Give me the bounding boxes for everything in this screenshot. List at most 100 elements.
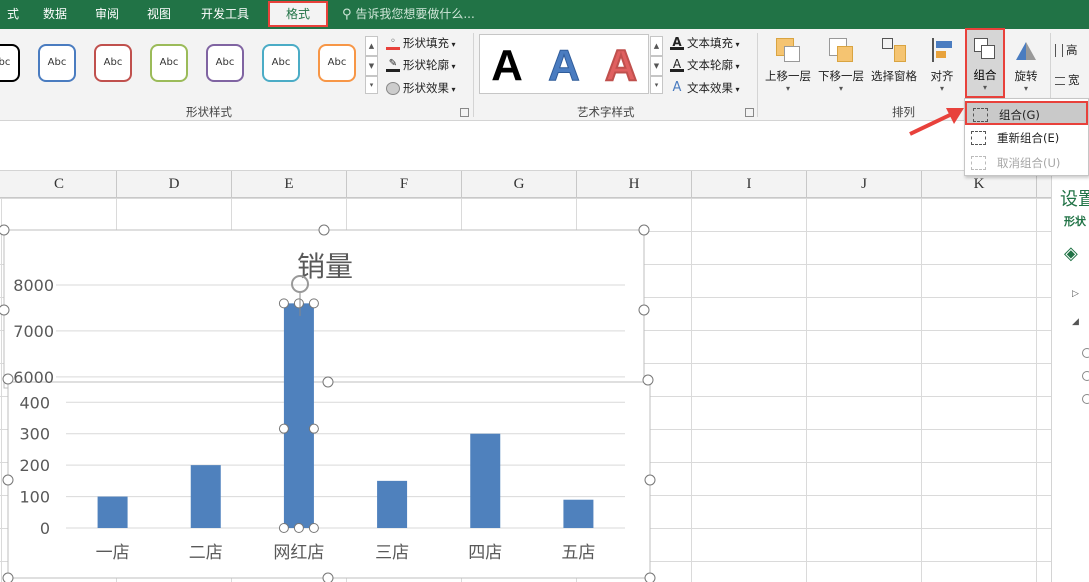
bar-selection-handle[interactable]: [278, 298, 289, 309]
shape-style-swatch[interactable]: Abc: [318, 44, 356, 82]
shape-style-swatch[interactable]: Abc: [262, 44, 300, 82]
bar[interactable]: [563, 499, 594, 528]
tab-developer[interactable]: 开发工具: [192, 0, 258, 29]
chart-resize-handle[interactable]: [318, 224, 330, 236]
group-separator: [757, 33, 758, 117]
text-outline-button[interactable]: A 文本轮廓 ▾: [670, 55, 740, 75]
collapse-arrow-icon[interactable]: ◢: [1072, 317, 1079, 327]
shape-outline-button[interactable]: ✎ 形状轮廓 ▾: [386, 55, 456, 75]
column-header[interactable]: H: [577, 171, 692, 198]
align-button[interactable]: 对齐 ▾: [924, 36, 960, 93]
chart-resize-handle[interactable]: [638, 304, 650, 316]
column-header-row: CDEFGHIJK: [0, 171, 1051, 198]
column-header[interactable]: D: [117, 171, 232, 198]
bar-selection-handle[interactable]: [308, 523, 319, 533]
chart-resize-handle[interactable]: [2, 572, 14, 582]
menu-item-ungroup: 取消组合(U): [965, 151, 1088, 175]
dialog-launcher-icon[interactable]: [460, 108, 469, 117]
chart-resize-handle[interactable]: [638, 224, 650, 236]
column-header[interactable]: E: [232, 171, 347, 198]
group-button[interactable]: 组合 ▾: [965, 28, 1005, 98]
pen-icon: ✎: [386, 59, 400, 72]
chart-resize-handle[interactable]: [2, 373, 14, 385]
shape-style-swatch[interactable]: Abc: [94, 44, 132, 82]
tell-me-search[interactable]: ⚲ 告诉我您想要做什么...: [342, 0, 475, 29]
bar-selection-handle[interactable]: [308, 298, 319, 309]
text-fill-button[interactable]: A 文本填充 ▾: [670, 33, 740, 53]
wordart-group-label: 艺术字样式: [577, 105, 635, 119]
gallery-more-icon[interactable]: ▾: [365, 76, 378, 94]
lightbulb-icon: ⚲: [342, 7, 352, 22]
expand-arrow-icon[interactable]: ▷: [1072, 289, 1079, 299]
tab-data[interactable]: 数据: [32, 0, 78, 29]
column-header[interactable]: J: [807, 171, 922, 198]
bar[interactable]: [190, 465, 221, 528]
group-objects-icon: [973, 108, 988, 122]
shape-effects-button[interactable]: 形状效果 ▾: [386, 78, 456, 98]
column-header[interactable]: C: [2, 171, 117, 198]
text-outline-icon: A: [670, 58, 684, 72]
wordart-style-swatch[interactable]: A: [593, 40, 649, 92]
category-label: 四店: [468, 543, 502, 563]
wordart-style-swatch[interactable]: A: [479, 40, 535, 92]
y-tick-label: 300: [19, 425, 50, 444]
wordart-up-arrow-icon[interactable]: ▲: [650, 36, 663, 56]
shape-fill-button[interactable]: ◦ 形状填充 ▾: [386, 33, 456, 53]
shape-height-field[interactable]: 高: [1055, 40, 1078, 60]
shape-style-swatch[interactable]: Abc: [38, 44, 76, 82]
shape-style-swatch[interactable]: Abc: [206, 44, 244, 82]
menu-item-group[interactable]: 组合(G): [965, 101, 1088, 125]
bar[interactable]: [377, 480, 408, 528]
wordart-down-arrow-icon[interactable]: ▼: [650, 56, 663, 76]
group-objects-icon: [971, 35, 999, 63]
text-effects-button[interactable]: A 文本效果 ▾: [670, 78, 740, 98]
bar-selection-handle[interactable]: [293, 523, 304, 533]
broken-axis-bar-chart[interactable]: 6000700080000100200300400 一店 二店 网红店 三店 四店 五店 …: [0, 198, 1051, 582]
chart-resize-handle[interactable]: [644, 474, 656, 486]
category-label: 三店: [375, 543, 409, 563]
chart-resize-handle[interactable]: [2, 474, 14, 486]
chart-resize-handle[interactable]: [644, 572, 656, 582]
column-header[interactable]: I: [692, 171, 807, 198]
column-header[interactable]: F: [347, 171, 462, 198]
bar[interactable]: [97, 496, 128, 528]
pane-subtitle: 形状: [1064, 215, 1086, 228]
pane-title: 设置: [1060, 189, 1089, 210]
selection-pane-button[interactable]: 选择窗格: [868, 36, 920, 84]
bring-forward-button[interactable]: 上移一层 ▾: [762, 36, 814, 93]
radio-option[interactable]: [1082, 371, 1089, 381]
bar-selection-handle[interactable]: [293, 298, 304, 309]
tab-view[interactable]: 视图: [136, 0, 182, 29]
chart-resize-handle[interactable]: [322, 572, 334, 582]
dialog-launcher-icon[interactable]: [745, 108, 754, 117]
fill-line-tab-icon[interactable]: ◈: [1064, 243, 1078, 264]
chart-resize-handle[interactable]: [322, 376, 334, 388]
shape-style-swatch[interactable]: Abc: [150, 44, 188, 82]
radio-option[interactable]: [1082, 348, 1089, 358]
gallery-down-arrow-icon[interactable]: ▼: [365, 56, 378, 76]
wordart-style-swatch[interactable]: A: [536, 40, 592, 92]
bar-selection-handle[interactable]: [278, 423, 289, 434]
bar[interactable]: [283, 303, 314, 528]
shape-width-field[interactable]: 宽: [1055, 70, 1080, 90]
tab-review[interactable]: 审阅: [84, 0, 130, 29]
ungroup-icon: [971, 156, 986, 170]
format-shape-pane: 设置 形状 ◈ ▷ ◢: [1051, 171, 1089, 582]
bar-selection-handle[interactable]: [278, 523, 289, 533]
chart-resize-handle[interactable]: [0, 304, 10, 316]
tab-format[interactable]: 格式: [268, 1, 328, 27]
chart-resize-handle[interactable]: [642, 374, 654, 386]
tab-formulas[interactable]: 式: [0, 0, 26, 29]
bar-selection-handle[interactable]: [308, 423, 319, 434]
y-tick-label: 400: [19, 393, 50, 412]
gallery-up-arrow-icon[interactable]: ▲: [365, 36, 378, 56]
shape-style-swatch[interactable]: Abc: [0, 44, 20, 82]
chart-resize-handle[interactable]: [0, 224, 10, 236]
radio-option[interactable]: [1082, 394, 1089, 404]
menu-item-regroup[interactable]: 重新组合(E): [965, 126, 1088, 150]
send-backward-button[interactable]: 下移一层 ▾: [815, 36, 867, 93]
rotate-button[interactable]: 旋转 ▾: [1008, 36, 1044, 93]
column-header[interactable]: G: [462, 171, 577, 198]
wordart-more-icon[interactable]: ▾: [650, 76, 663, 94]
bar[interactable]: [470, 433, 501, 528]
